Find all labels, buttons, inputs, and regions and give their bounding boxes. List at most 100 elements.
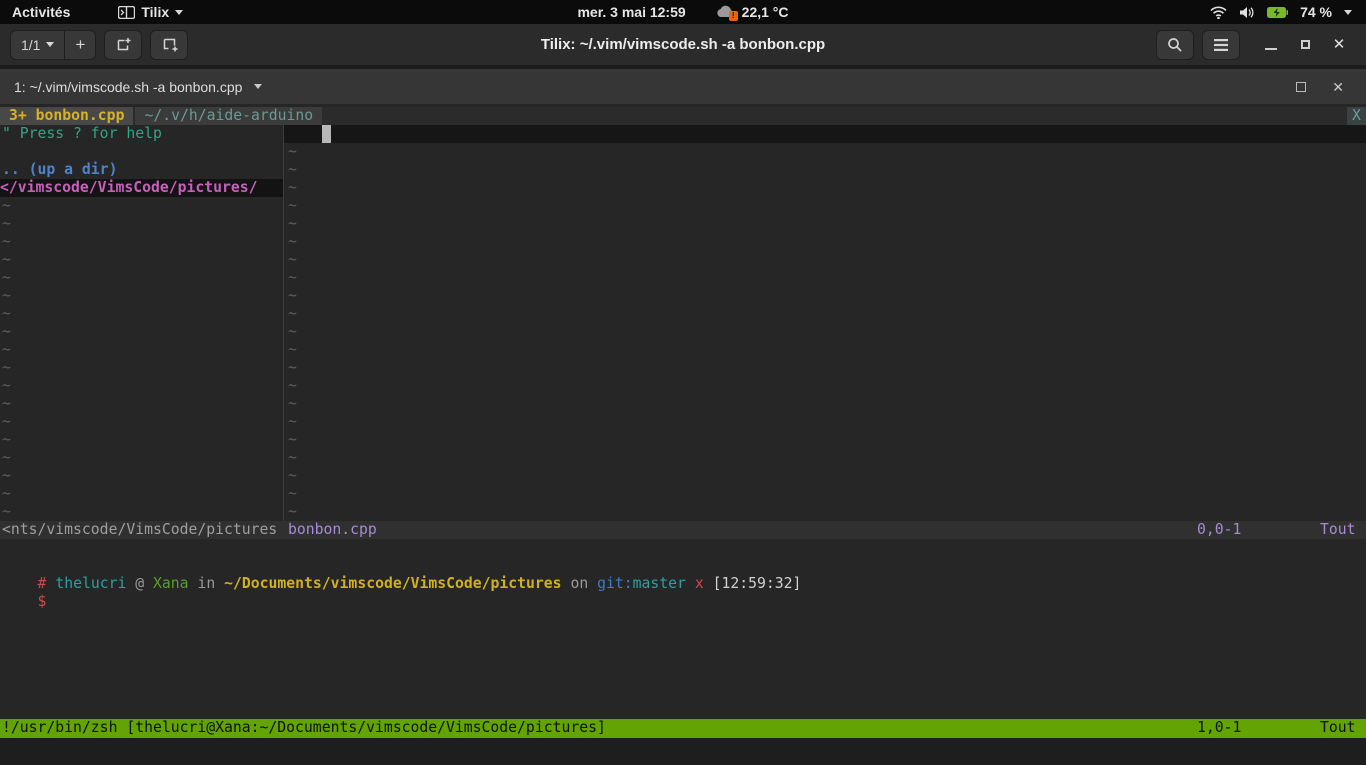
weather-indicator[interactable]: ! 22,1 °C [712,4,793,20]
statusline-buffer: bonbon.cpp 0,0-1 Tout [284,521,1366,539]
minimize-icon [1265,48,1277,50]
tilde-row: ~ [284,197,1366,215]
activities-label: Activités [12,4,70,20]
statusline-ruler: 0,0-1 [1197,521,1320,539]
weather-alert-badge: ! [729,11,738,21]
tilde-row: ~ [284,179,1366,197]
vim-tab-close-button[interactable]: X [1347,107,1366,125]
text-cursor [322,125,331,143]
app-menu-button[interactable]: Tilix [106,0,195,24]
file-explorer-pane[interactable]: " Press ? for help .. (up a dir) </vimsc… [0,125,283,521]
chevron-down-icon [175,10,183,15]
buffer-line-1: 1 [284,125,1366,143]
tilde-row: ~ [0,305,283,323]
tilde-row: ~ [284,449,1366,467]
terminal-statusline-ruler: 1,0-1 [1197,719,1320,738]
tilde-row: ~ [284,323,1366,341]
buffer-pane[interactable]: 1 ~~~~~~~~~~~~~~~~~~~~~ [284,125,1366,521]
tilde-row: ~ [284,485,1366,503]
tilde-row: ~ [0,467,283,485]
vim-statusline: <nts/vimscode/VimsCode/pictures bonbon.c… [0,521,1366,539]
session-switcher-group: 1/1 + [10,30,96,60]
maximize-button[interactable] [1288,30,1322,60]
statusline-filename: bonbon.cpp [284,521,377,539]
terminal-titlebar: 1: ~/.vim/vimscode.sh -a bonbon.cpp ✕ [0,69,1366,104]
tilde-row: ~ [284,431,1366,449]
tilde-row: ~ [284,377,1366,395]
terminal-statusline-title: !/usr/bin/zsh [thelucri@Xana:~/Documents… [0,719,606,738]
tilde-row: ~ [284,467,1366,485]
tilde-row: ~ [0,341,283,359]
minimize-button[interactable] [1254,30,1288,60]
wifi-icon[interactable] [1210,6,1227,19]
system-menu-chevron-icon[interactable] [1344,10,1352,15]
buffer-tilde-column: ~~~~~~~~~~~~~~~~~~~~~ [284,143,1366,521]
tilde-row: ~ [284,251,1366,269]
search-icon [1167,37,1183,53]
terminal-tab-label: 1: ~/.vim/vimscode.sh -a bonbon.cpp [14,79,242,95]
vim-windows: " Press ? for help .. (up a dir) </vimsc… [0,125,1366,521]
tilde-row: ~ [284,287,1366,305]
tilde-row: ~ [284,269,1366,287]
tilde-row: ~ [0,449,283,467]
tilde-row: ~ [284,215,1366,233]
tilde-row: ~ [0,485,283,503]
split-down-button[interactable] [150,30,188,60]
tilde-row: ~ [284,341,1366,359]
explorer-current-dir[interactable]: </vimscode/VimsCode/pictures/ [0,179,283,197]
explorer-up-dir[interactable]: .. (up a dir) [0,161,283,179]
volume-icon[interactable] [1239,6,1255,19]
session-chevron-icon [46,42,54,47]
vim-tab-active[interactable]: 3+ bonbon.cpp [0,107,133,125]
tilde-row: ~ [0,215,283,233]
split-down-icon [161,36,178,53]
terminal-statusline: !/usr/bin/zsh [thelucri@Xana:~/Documents… [0,719,1366,738]
tilde-row: ~ [0,377,283,395]
tilde-row: ~ [0,287,283,305]
tilde-row: ~ [0,359,283,377]
terminal-tab[interactable]: 1: ~/.vim/vimscode.sh -a bonbon.cpp [14,79,262,95]
tilde-row: ~ [284,413,1366,431]
app-menu-label: Tilix [141,4,169,20]
explorer-blank-line [0,143,283,161]
gnome-top-bar: Activités Tilix mer. 3 mai 12:59 ! [0,0,1366,24]
statusline-explorer-path: <nts/vimscode/VimsCode/pictures [0,521,284,539]
battery-icon [1267,7,1288,18]
tilde-row: ~ [0,431,283,449]
tilde-row: ~ [0,395,283,413]
menu-button[interactable] [1202,30,1240,60]
tilde-row: ~ [0,413,283,431]
prompt-dollar: $ [38,593,47,610]
hamburger-menu-icon [1214,39,1228,51]
tilde-row: ~ [284,305,1366,323]
session-counter-label: 1/1 [21,37,40,53]
clock-label: mer. 3 mai 12:59 [577,4,685,20]
tilde-row: ~ [0,269,283,287]
terminal-bottom-padding [0,738,1366,765]
shell-input-line[interactable]: $ [0,575,1366,593]
tilde-row: ~ [0,323,283,341]
statusline-scroll-position: Tout [1320,521,1366,539]
split-right-button[interactable] [104,30,142,60]
vim-tab-inactive[interactable]: ~/.v/h/aide-arduino [135,107,322,125]
tilde-row: ~ [284,161,1366,179]
new-session-button[interactable]: + [64,31,95,59]
tilde-row: ~ [0,233,283,251]
terminal-maximize-button[interactable] [1296,82,1306,92]
clock-button[interactable]: mer. 3 mai 12:59 [573,4,689,20]
search-button[interactable] [1156,30,1194,60]
session-counter-button[interactable]: 1/1 [11,31,64,59]
temperature-label: 22,1 °C [742,4,789,20]
plus-icon: + [75,35,85,55]
activities-button[interactable]: Activités [0,0,82,24]
explorer-help-line: " Press ? for help [0,125,283,143]
close-icon: ✕ [1333,37,1346,52]
weather-cloud-icon: ! [716,4,736,20]
tilde-row: ~ [0,251,283,269]
close-window-button[interactable]: ✕ [1322,30,1356,60]
terminal-viewport[interactable]: 3+ bonbon.cpp ~/.v/h/aide-arduino X " Pr… [0,104,1366,765]
tilde-row: ~ [284,395,1366,413]
tilde-row: ~ [284,503,1366,521]
tilde-row: ~ [0,197,283,215]
terminal-close-button[interactable]: ✕ [1332,80,1344,94]
